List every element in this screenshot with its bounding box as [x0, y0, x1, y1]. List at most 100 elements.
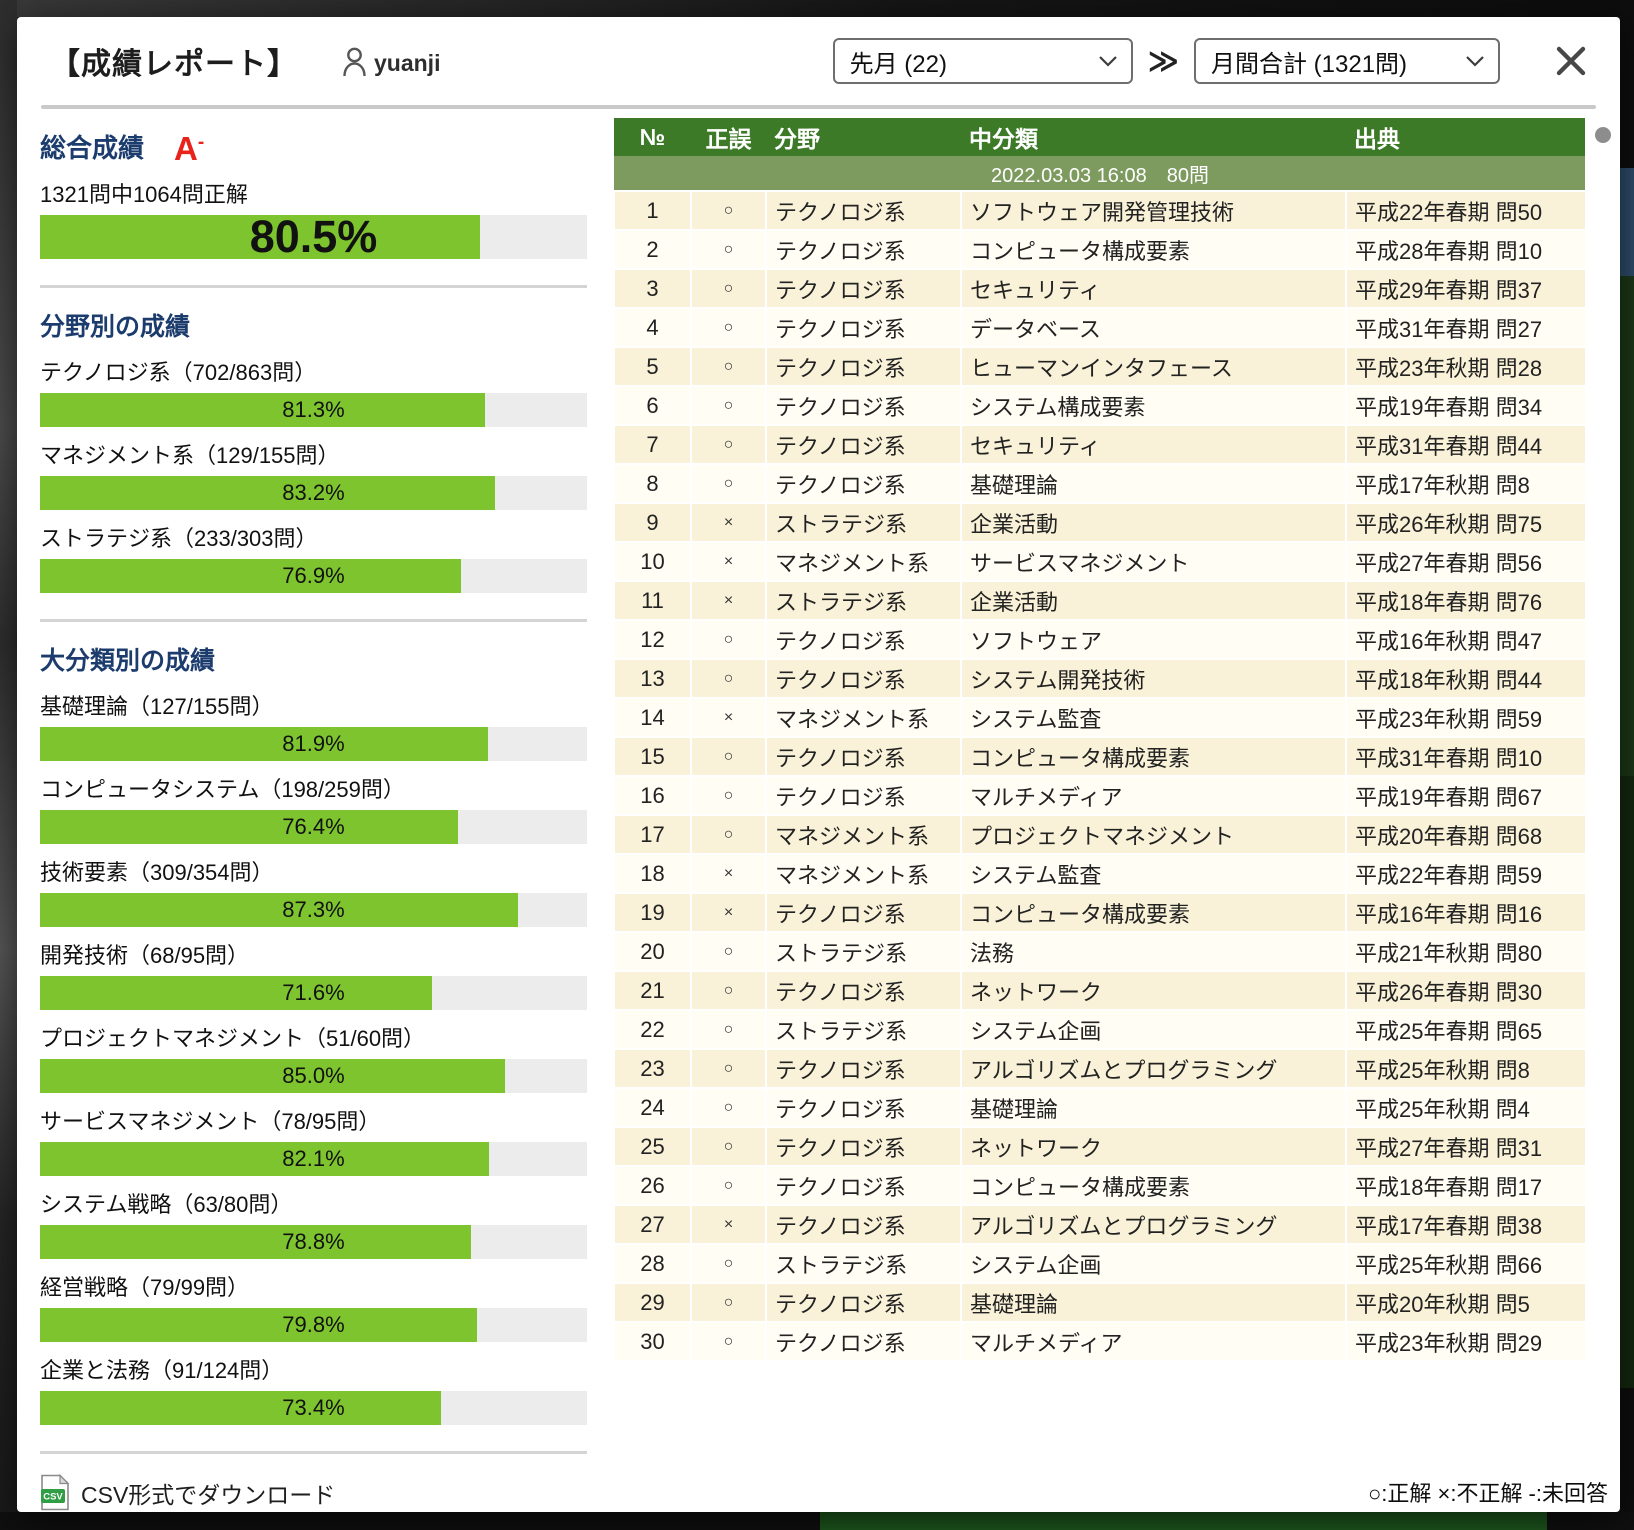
category-label: テクノロジ系（702/863問） [40, 358, 587, 388]
category-label: 開発技術（68/95問） [40, 941, 587, 971]
cell-subcategory: 基礎理論 [961, 464, 1346, 503]
cell-mark: ○ [691, 464, 766, 503]
table-row: 28○ストラテジ系システム企画平成25年秋期 問66 [614, 1244, 1585, 1283]
cell-source: 平成20年秋期 問5 [1346, 1283, 1585, 1322]
divider [40, 285, 587, 288]
overall-summary: 1321問中1064問正解 [40, 181, 587, 209]
cell-source: 平成27年春期 問31 [1346, 1127, 1585, 1166]
table-row: 23○テクノロジ系アルゴリズムとプログラミング平成25年秋期 問8 [614, 1049, 1585, 1088]
table-row: 2○テクノロジ系コンピュータ構成要素平成28年春期 問10 [614, 230, 1585, 269]
cell-number: 22 [614, 1010, 691, 1049]
category-label: サービスマネジメント（78/95問） [40, 1107, 587, 1137]
cell-field: テクノロジ系 [766, 620, 961, 659]
column-header: 分野 [766, 118, 961, 156]
score-bar: 79.8% [40, 1308, 587, 1342]
cell-number: 2 [614, 230, 691, 269]
cell-source: 平成18年春期 問17 [1346, 1166, 1585, 1205]
table-row: 17○マネジメント系プロジェクトマネジメント平成20年春期 問68 [614, 815, 1585, 854]
total-select[interactable]: 月間合計 (1321問) [1194, 38, 1500, 84]
cell-source: 平成28年春期 問10 [1346, 230, 1585, 269]
table-row: 26○テクノロジ系コンピュータ構成要素平成18年春期 問17 [614, 1166, 1585, 1205]
cell-field: テクノロジ系 [766, 464, 961, 503]
score-percent: 82.1% [40, 1142, 587, 1176]
cell-number: 16 [614, 776, 691, 815]
cell-subcategory: システム監査 [961, 698, 1346, 737]
cell-source: 平成25年秋期 問4 [1346, 1088, 1585, 1127]
period-select[interactable]: 先月 (22) [833, 38, 1133, 84]
cell-field: マネジメント系 [766, 854, 961, 893]
cell-number: 11 [614, 581, 691, 620]
category-label: システム戦略（63/80問） [40, 1190, 587, 1220]
cell-subcategory: 企業活動 [961, 503, 1346, 542]
cell-mark: ○ [691, 971, 766, 1010]
score-report-modal: 【成績レポート】 yuanji 先月 (22) ≫ [17, 17, 1620, 1512]
results-table-container: №正誤分野中分類出典 2022.03.03 16:08 80問1○テクノロジ系ソ… [613, 118, 1585, 1426]
cell-number: 29 [614, 1283, 691, 1322]
score-percent: 81.9% [40, 727, 587, 761]
cell-subcategory: システム開発技術 [961, 659, 1346, 698]
backdrop-top [0, 0, 1634, 17]
table-row: 16○テクノロジ系マルチメディア平成19年春期 問67 [614, 776, 1585, 815]
cell-subcategory: 基礎理論 [961, 1088, 1346, 1127]
cell-source: 平成19年春期 問67 [1346, 776, 1585, 815]
table-row: 4○テクノロジ系データベース平成31年春期 問27 [614, 308, 1585, 347]
cell-field: マネジメント系 [766, 698, 961, 737]
score-percent: 76.9% [40, 559, 587, 593]
table-row: 27×テクノロジ系アルゴリズムとプログラミング平成17年春期 問38 [614, 1205, 1585, 1244]
cell-subcategory: 法務 [961, 932, 1346, 971]
field-section-heading: 分野別の成績 [40, 310, 587, 344]
backdrop-patch [820, 1512, 1547, 1530]
category-label: マネジメント系（129/155問） [40, 441, 587, 471]
cell-mark: ○ [691, 269, 766, 308]
table-row: 25○テクノロジ系ネットワーク平成27年春期 問31 [614, 1127, 1585, 1166]
column-header: 中分類 [961, 118, 1346, 156]
backdrop-left [0, 0, 17, 1530]
cell-subcategory: アルゴリズムとプログラミング [961, 1049, 1346, 1088]
cell-subcategory: コンピュータ構成要素 [961, 230, 1346, 269]
cell-source: 平成18年秋期 問44 [1346, 659, 1585, 698]
table-row: 9×ストラテジ系企業活動平成26年秋期 問75 [614, 503, 1585, 542]
score-bar: 82.1% [40, 1142, 587, 1176]
csv-download-link[interactable]: CSV CSV形式でダウンロード [40, 1474, 587, 1511]
modal-content: 総合成績 A- 1321問中1064問正解 80.5% 分野別の成績 テクノロジ… [17, 109, 1620, 1512]
cell-mark: ○ [691, 1127, 766, 1166]
cell-number: 28 [614, 1244, 691, 1283]
cell-source: 平成22年春期 問59 [1346, 854, 1585, 893]
cell-source: 平成17年秋期 問8 [1346, 464, 1585, 503]
category-score-group: コンピュータシステム（198/259問）76.4% [40, 775, 587, 844]
results-table: №正誤分野中分類出典 2022.03.03 16:08 80問1○テクノロジ系ソ… [613, 118, 1585, 1362]
cell-number: 7 [614, 425, 691, 464]
scrollbar-thumb[interactable] [1595, 127, 1611, 143]
cell-field: テクノロジ系 [766, 1205, 961, 1244]
overall-heading-row: 総合成績 A- [40, 131, 587, 165]
overall-score-bar-group: 80.5% [40, 215, 587, 259]
period-select-value: 先月 (22) [850, 44, 947, 79]
cell-subcategory: コンピュータ構成要素 [961, 893, 1346, 932]
arrow-separator: ≫ [1148, 44, 1179, 79]
cell-number: 19 [614, 893, 691, 932]
table-row: 24○テクノロジ系基礎理論平成25年秋期 問4 [614, 1088, 1585, 1127]
cell-subcategory: ネットワーク [961, 971, 1346, 1010]
cell-field: テクノロジ系 [766, 1166, 961, 1205]
score-bar: 87.3% [40, 893, 587, 927]
score-percent: 71.6% [40, 976, 587, 1010]
cell-field: テクノロジ系 [766, 737, 961, 776]
cell-source: 平成25年春期 問65 [1346, 1010, 1585, 1049]
cell-mark: × [691, 1205, 766, 1244]
cell-source: 平成17年春期 問38 [1346, 1205, 1585, 1244]
overall-score-percent: 80.5% [40, 215, 587, 259]
cell-mark: ○ [691, 1322, 766, 1361]
overall-score-bar: 80.5% [40, 215, 587, 259]
category-label: 経営戦略（79/99問） [40, 1273, 587, 1303]
cell-field: テクノロジ系 [766, 659, 961, 698]
close-button[interactable] [1552, 42, 1590, 80]
category-score-group: マネジメント系（129/155問）83.2% [40, 441, 587, 510]
chevron-down-icon [1098, 55, 1118, 67]
cell-mark: ○ [691, 815, 766, 854]
cell-mark: ○ [691, 230, 766, 269]
category-score-group: 基礎理論（127/155問）81.9% [40, 692, 587, 761]
cell-mark: × [691, 542, 766, 581]
cell-number: 9 [614, 503, 691, 542]
cell-field: テクノロジ系 [766, 1088, 961, 1127]
svg-text:CSV: CSV [43, 1492, 63, 1503]
